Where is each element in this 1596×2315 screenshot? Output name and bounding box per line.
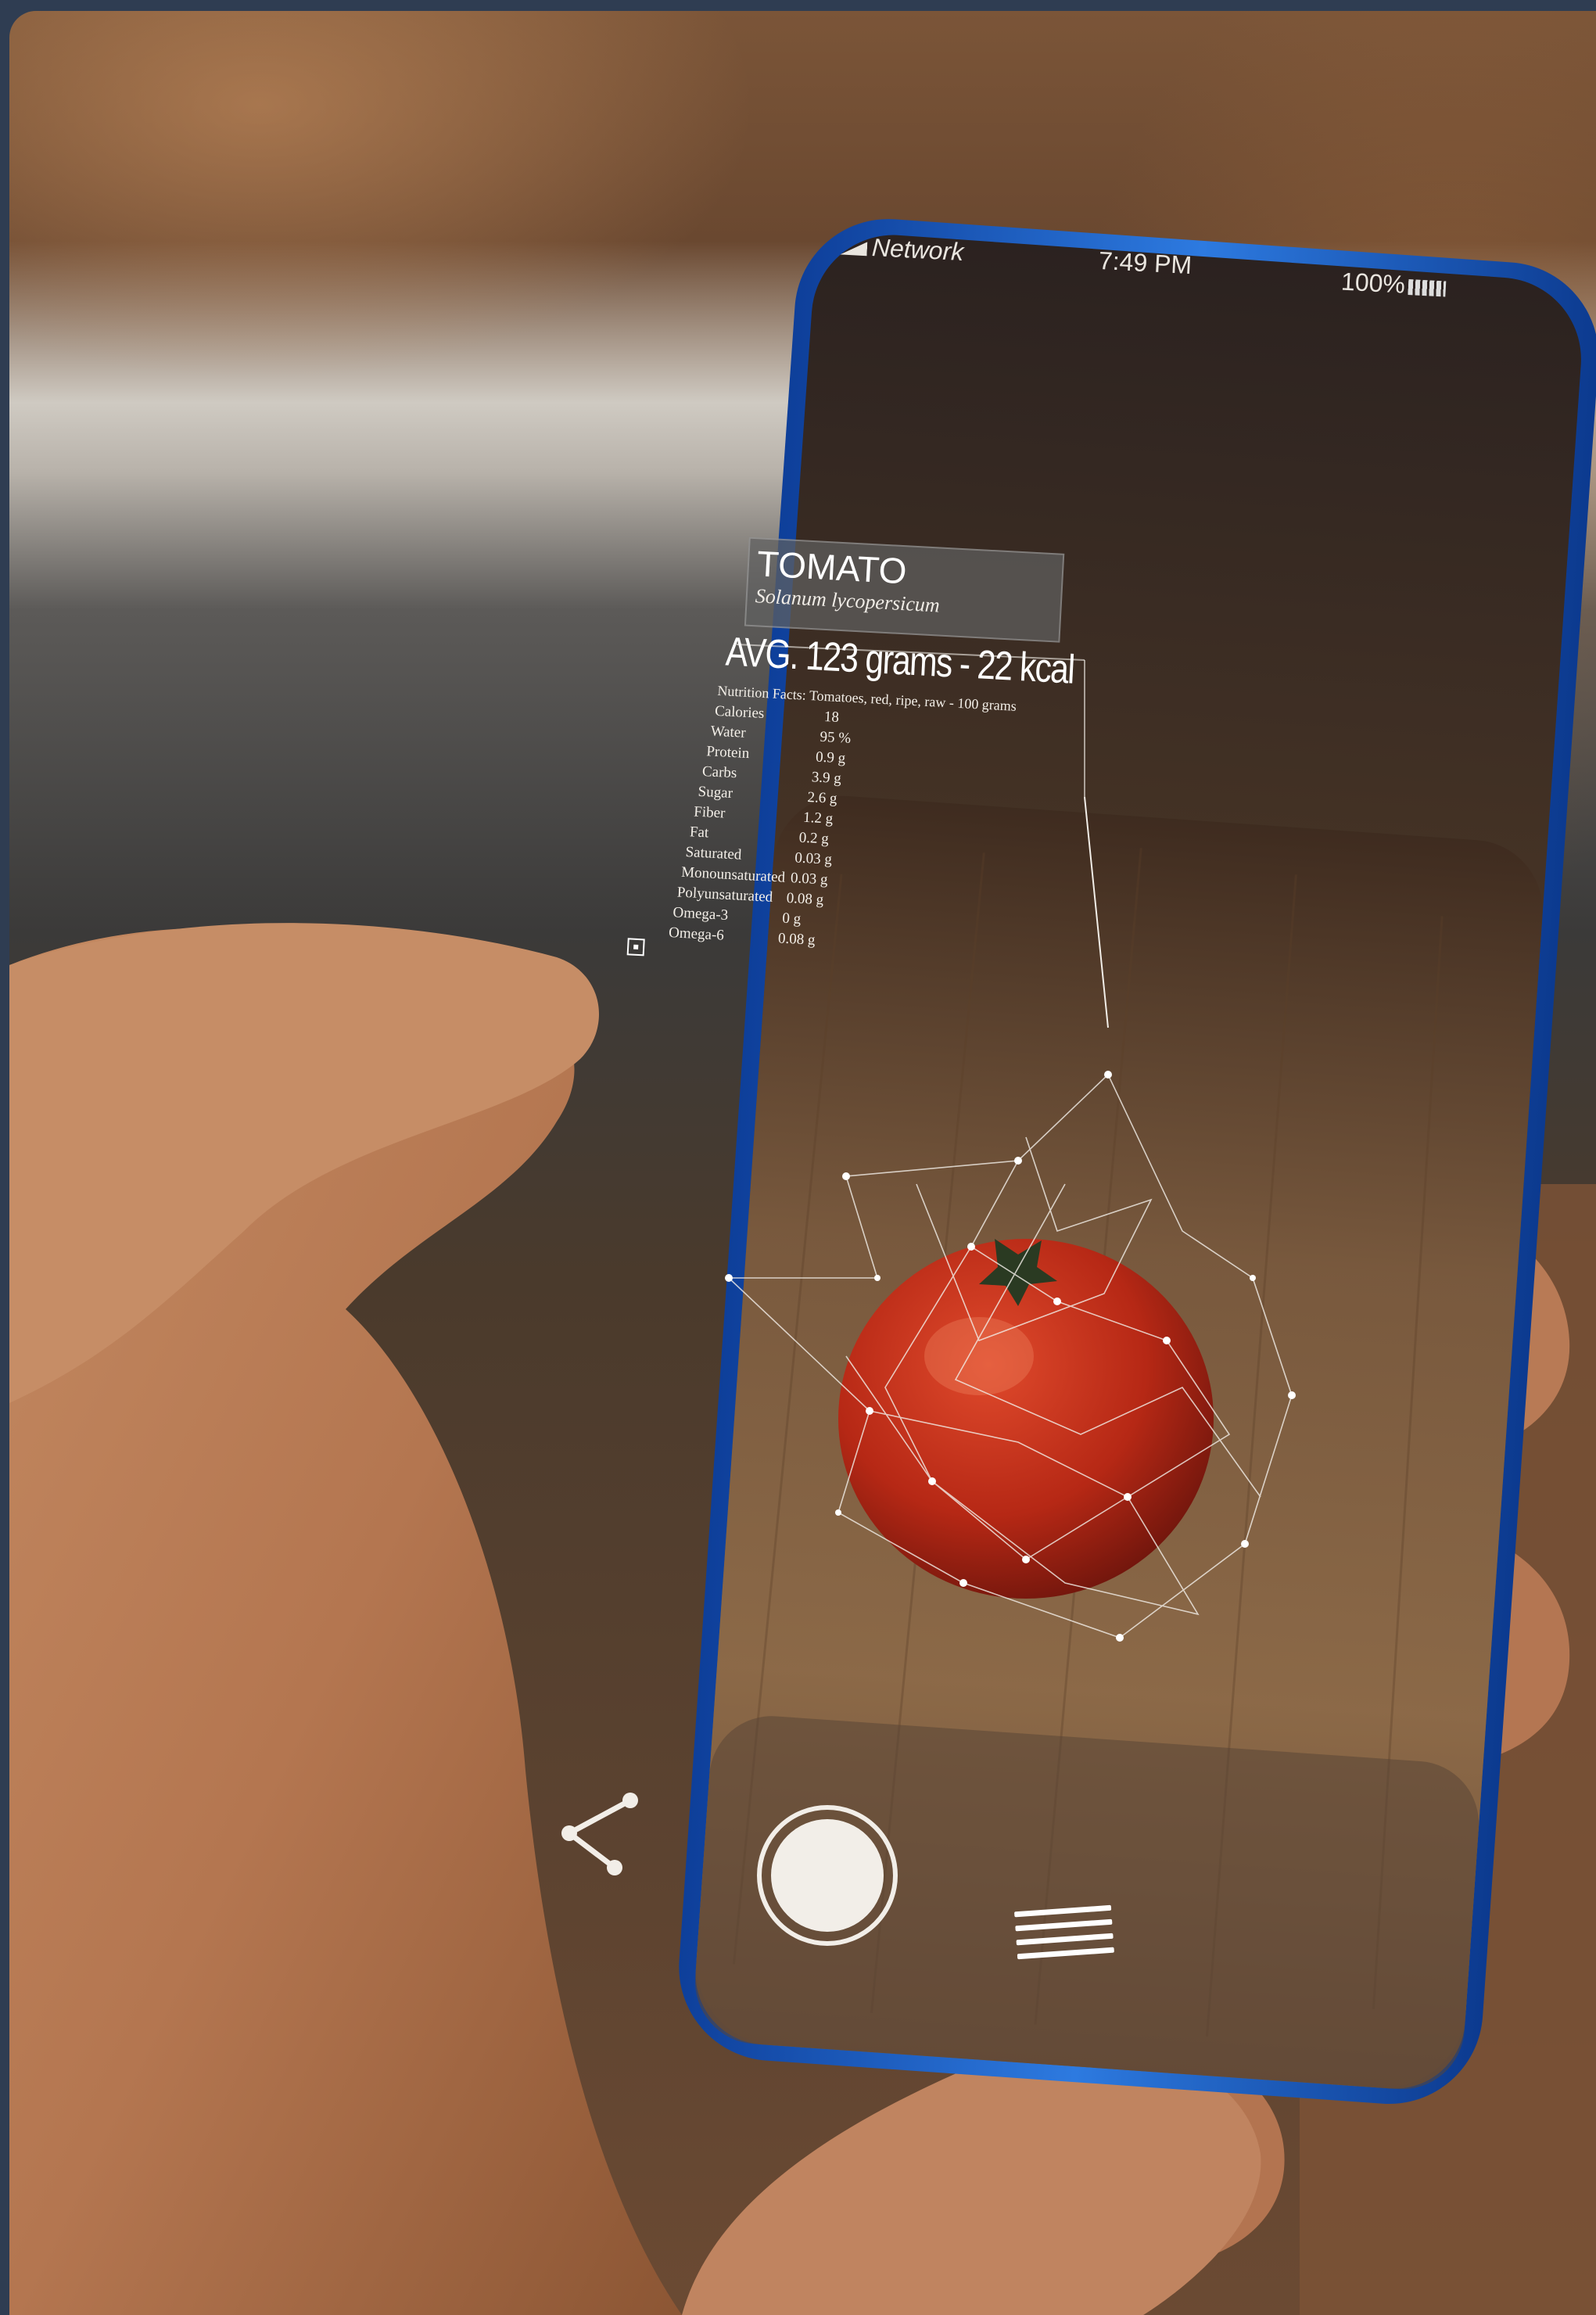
nutrient-value: 1.2 g	[802, 809, 834, 827]
menu-line	[1015, 1918, 1113, 1932]
nutrient-value: 0.08 g	[777, 930, 816, 949]
nutrient-value: 0.2 g	[798, 829, 830, 848]
food-name: TOMATO	[755, 543, 908, 592]
network-label: Network	[871, 233, 965, 267]
battery-icon	[1408, 278, 1447, 297]
nutrient-value: 0.08 g	[786, 889, 824, 909]
scene-illustration	[9, 219, 1596, 2315]
battery-label: 100%	[1340, 267, 1406, 299]
menu-line	[1017, 1947, 1114, 1960]
nutrient-value: 0 g	[781, 910, 802, 928]
nutrient-value: 0.03 g	[794, 849, 833, 868]
nutrient-value: 18	[823, 709, 840, 727]
nutrient-value: 0.03 g	[790, 870, 829, 888]
share-icon[interactable]	[552, 1786, 649, 1880]
signal-icon	[841, 240, 868, 256]
shutter-button[interactable]	[757, 1805, 898, 1946]
shutter-inner-circle	[771, 1819, 884, 1932]
status-battery: 100%	[1340, 267, 1447, 302]
menu-line	[1016, 1933, 1114, 1946]
status-time: 7:49 PM	[1098, 246, 1193, 280]
expand-icon[interactable]	[626, 938, 645, 957]
nutrient-value: 3.9 g	[811, 769, 842, 788]
photo-background	[9, 11, 1596, 2315]
food-latin-name: Solanum lycopersicum	[755, 584, 941, 617]
nutrient-value: 95 %	[820, 728, 852, 747]
menu-icon[interactable]	[1014, 1904, 1116, 1982]
nutrient-value: 2.6 g	[806, 789, 838, 808]
food-title-box: TOMATO Solanum lycopersicum	[744, 537, 1065, 643]
nutrient-value: 0.9 g	[815, 748, 846, 767]
